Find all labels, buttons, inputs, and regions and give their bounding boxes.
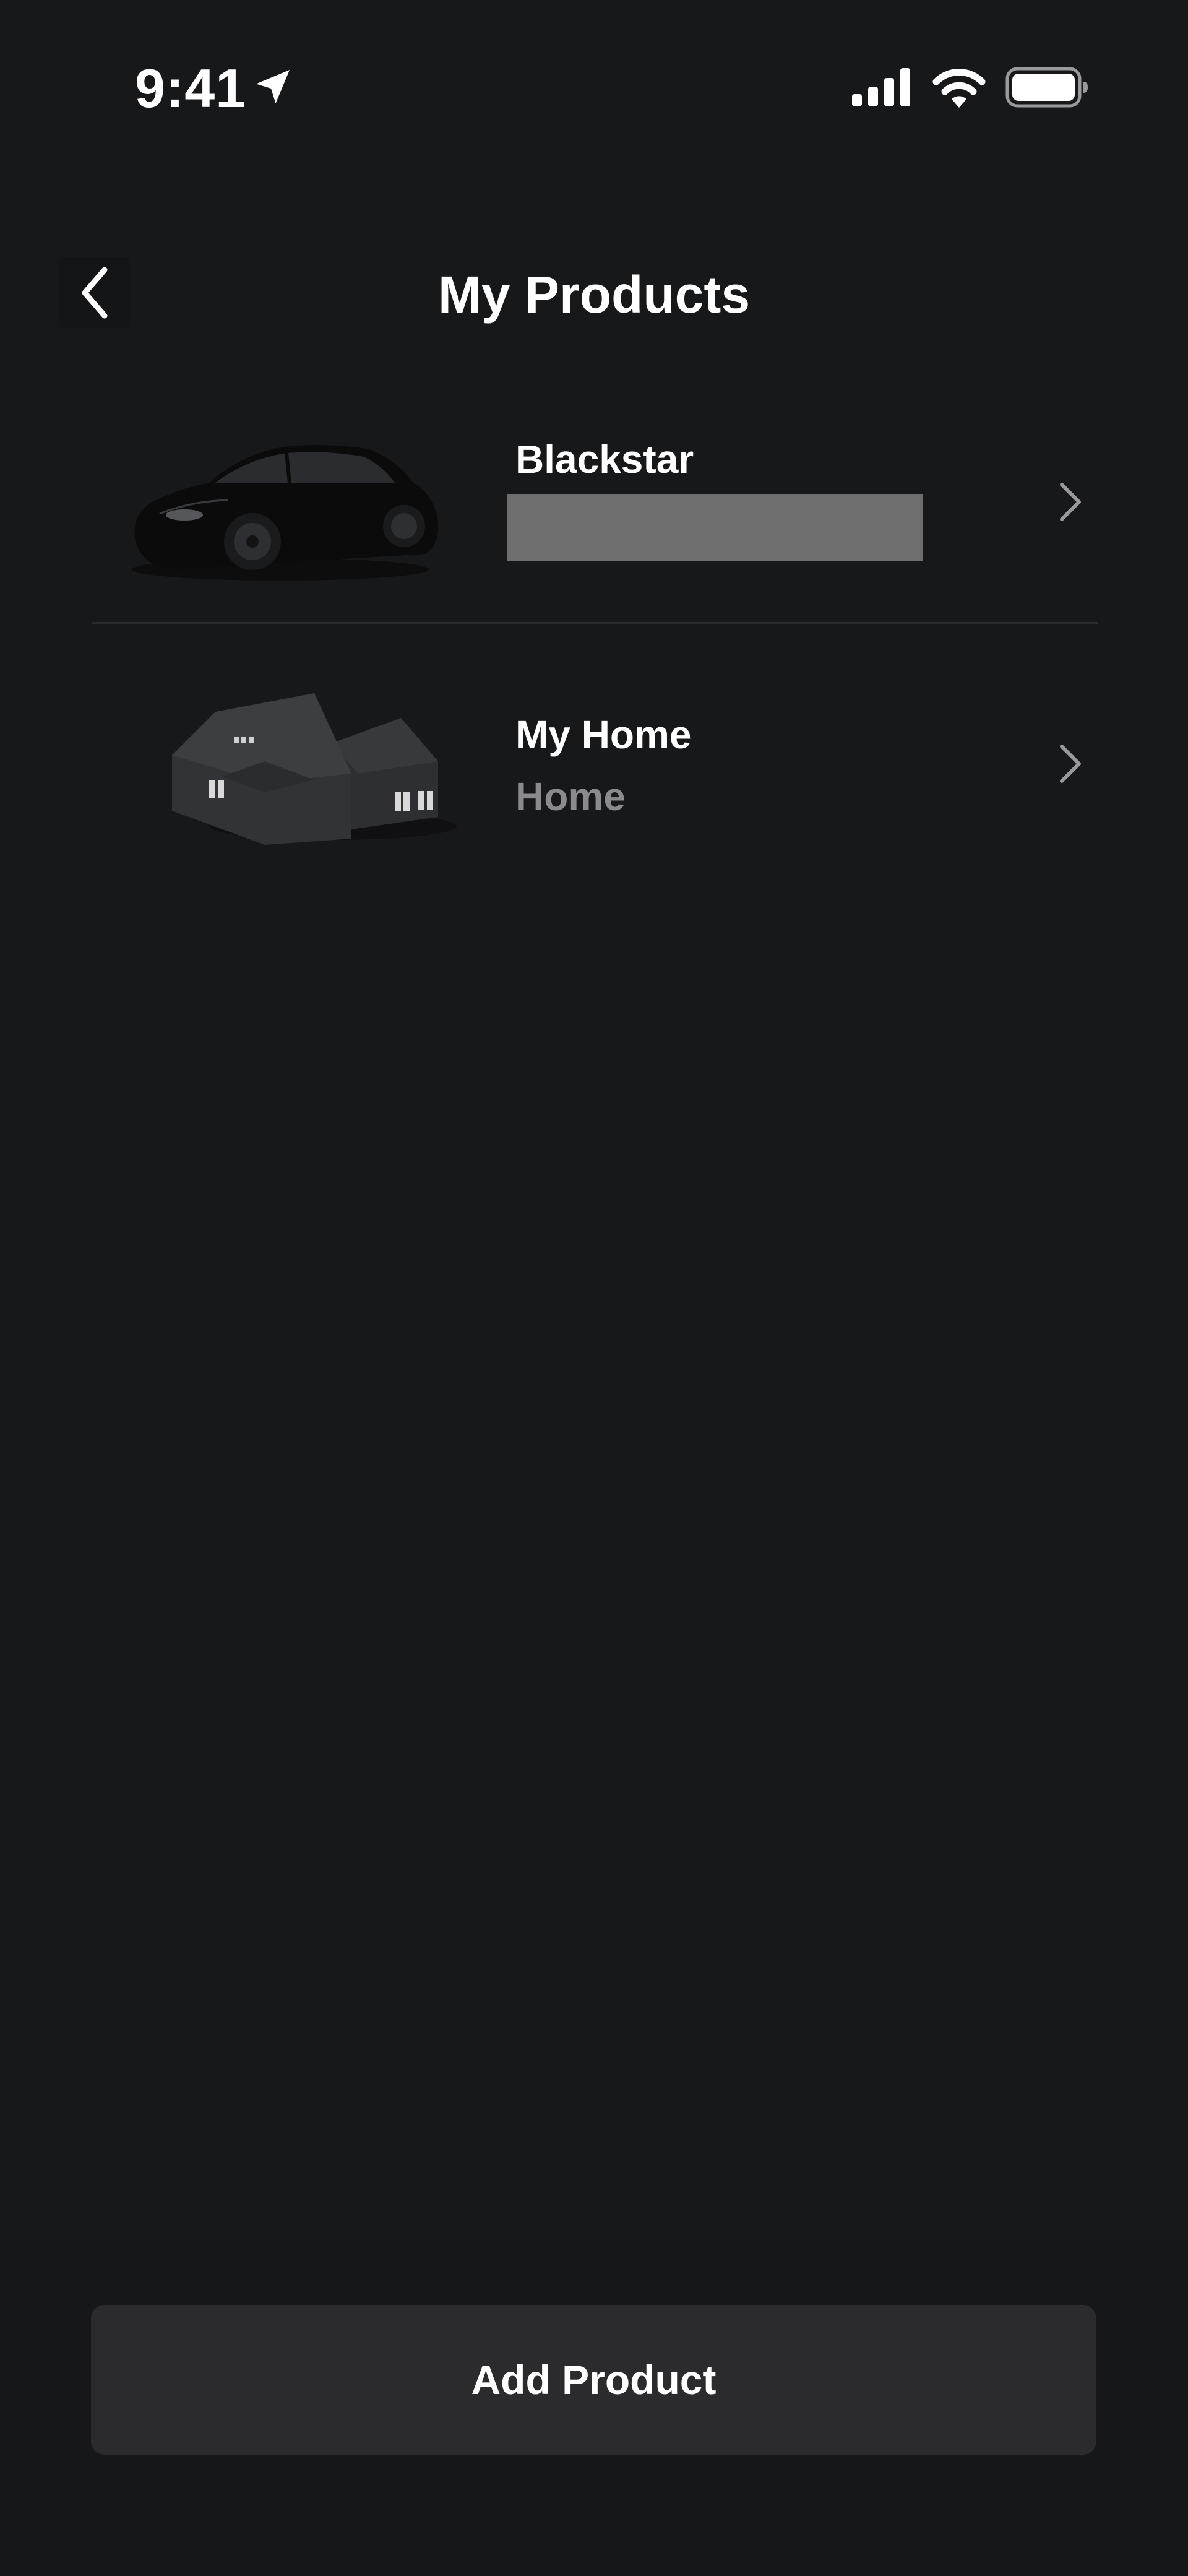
chevron-right-icon — [1060, 745, 1081, 783]
redacted-subtitle — [507, 494, 923, 561]
divider — [92, 622, 1098, 624]
battery-icon — [1005, 67, 1088, 108]
product-name: My Home — [515, 712, 692, 757]
add-product-button[interactable]: Add Product — [91, 2305, 1096, 2455]
location-arrow-icon — [256, 70, 290, 103]
chevron-right-icon — [1060, 483, 1081, 521]
status-time: 9:41 — [135, 58, 247, 119]
house-image — [172, 693, 457, 845]
nav-header: My Products — [0, 235, 1188, 359]
cellular-signal-icon — [852, 68, 910, 106]
product-row-my-home[interactable]: My Home Home — [92, 625, 1098, 897]
status-bar: 9:41 — [0, 0, 1188, 179]
product-subtitle: Home — [515, 774, 626, 819]
wifi-icon — [932, 69, 986, 108]
product-row-blackstar[interactable]: Blackstar — [92, 384, 1098, 622]
car-image — [132, 445, 439, 581]
page-title: My Products — [437, 266, 751, 324]
product-name: Blackstar — [515, 437, 694, 482]
